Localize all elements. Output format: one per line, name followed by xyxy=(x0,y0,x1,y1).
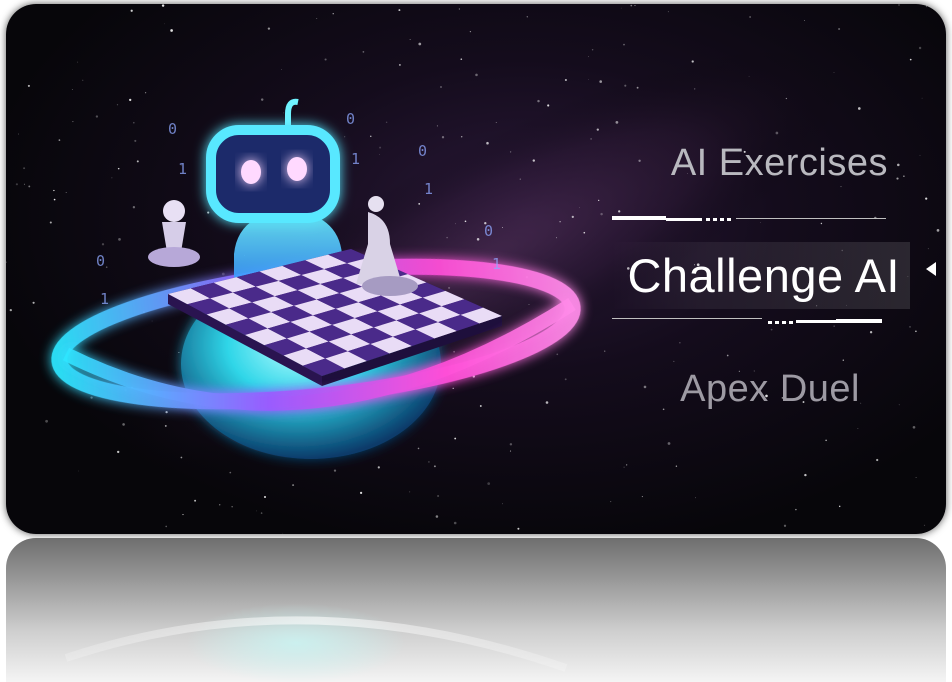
menu-bottom-divider xyxy=(612,318,882,324)
robot-icon xyxy=(206,98,342,279)
selection-caret-icon xyxy=(926,262,936,276)
card-reflection xyxy=(6,538,946,682)
menu-card: 0 1 0 1 0 1 0 1 0 1 AI Exercises Challenge AI Ape… xyxy=(6,4,946,534)
binary-digit: 1 xyxy=(100,290,109,308)
reflection-glow xyxy=(64,603,568,682)
binary-digit: 0 xyxy=(96,252,105,270)
ai-chess-artwork: 0 1 0 1 0 1 0 1 0 1 xyxy=(51,98,581,459)
binary-digit: 1 xyxy=(492,255,501,273)
binary-digit: 1 xyxy=(424,180,433,198)
binary-digit: 1 xyxy=(178,160,187,178)
binary-digit: 0 xyxy=(484,222,493,240)
binary-digit: 0 xyxy=(418,142,427,160)
menu-item-challenge-ai[interactable]: Challenge AI xyxy=(611,242,910,309)
menu-item-apex-duel[interactable]: Apex Duel xyxy=(680,368,860,411)
knight-icon xyxy=(356,196,418,296)
binary-digit: 0 xyxy=(346,110,355,128)
pawn-icon xyxy=(148,200,200,267)
menu-top-divider xyxy=(612,216,886,221)
binary-digit: 0 xyxy=(168,120,177,138)
binary-digit: 1 xyxy=(351,150,360,168)
menu-item-ai-exercises[interactable]: AI Exercises xyxy=(671,142,888,185)
main-menu-screen: 0 1 0 1 0 1 0 1 0 1 AI Exercises Challenge AI Ape… xyxy=(0,0,952,682)
